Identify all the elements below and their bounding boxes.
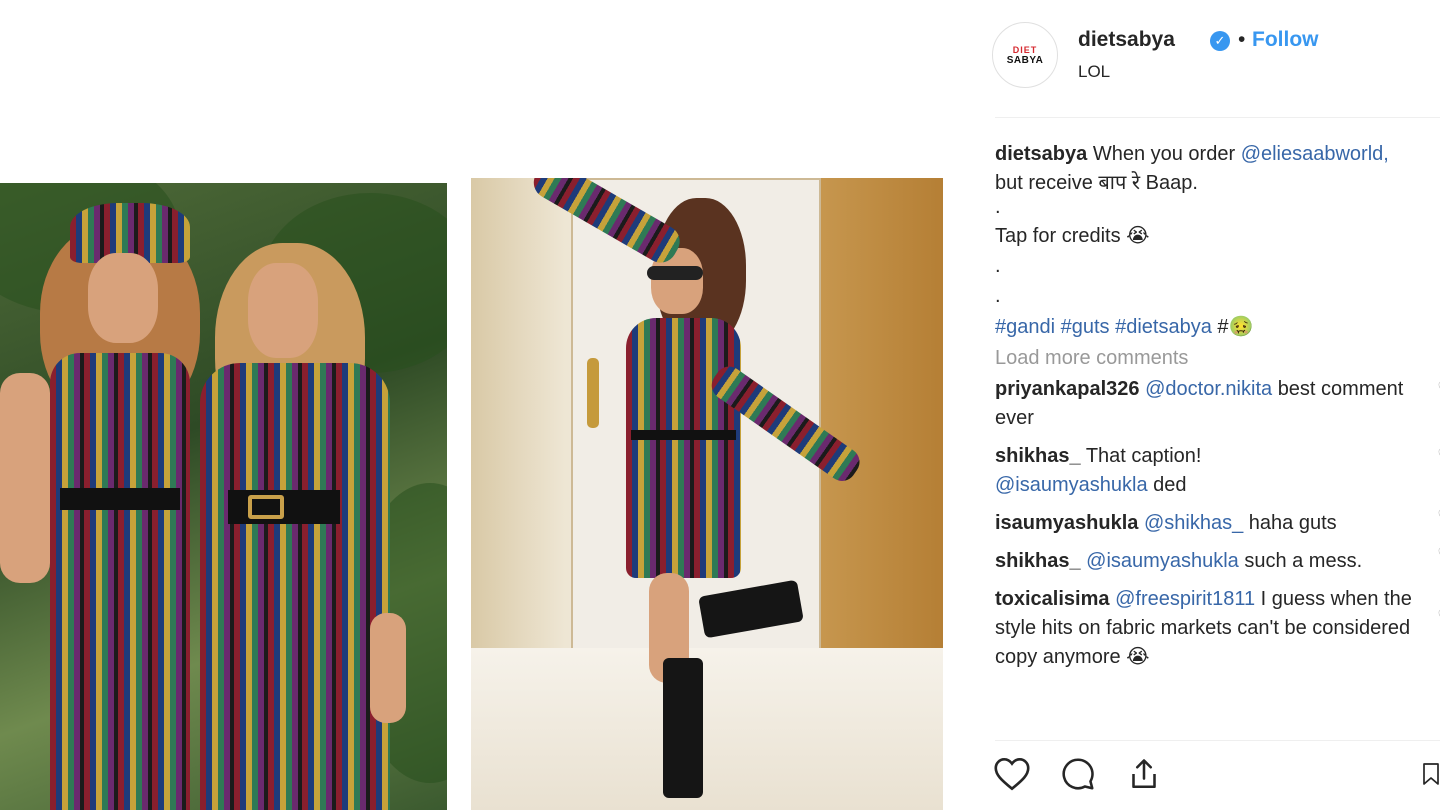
comment: priyankapal326 @doctor.nikita best comme… (995, 375, 1440, 433)
caption-credits: Tap for credits 😭 (995, 225, 1150, 247)
heart-icon[interactable] (991, 752, 1033, 796)
sequin-dress (200, 363, 390, 810)
caption-username[interactable]: dietsabya (995, 143, 1087, 165)
post-header: DIET SABYA dietsabya ✓ • Follow LOL (992, 22, 1432, 92)
floor (471, 648, 943, 810)
share-icon[interactable] (1123, 752, 1165, 796)
comment-text: That caption! (1085, 445, 1202, 467)
avatar-logo: DIET SABYA (1006, 44, 1044, 66)
sequin-dress (50, 353, 190, 810)
follow-button[interactable]: Follow (1252, 28, 1319, 52)
caption-dot: . (995, 196, 1001, 218)
comments-section: dietsabya When you order @eliesaabworld,… (995, 140, 1440, 672)
boot (663, 658, 703, 798)
post-location[interactable]: LOL (1078, 62, 1110, 82)
comment-username[interactable]: shikhas_ (995, 550, 1081, 572)
avatar[interactable]: DIET SABYA (992, 22, 1058, 88)
post-action-bar (994, 752, 1440, 802)
comment-text: haha guts (1248, 512, 1337, 534)
caption: dietsabya When you order @eliesaabworld,… (995, 140, 1440, 342)
comment-text: such a mess. (1244, 550, 1363, 572)
comment: shikhas_ @isaumyashukla such a mess. ♡ (995, 545, 1440, 576)
load-more-comments[interactable]: Load more comments (995, 344, 1440, 373)
comment-username[interactable]: shikhas_ (995, 445, 1081, 467)
comment: toxicalisima @freespirit1811 I guess whe… (995, 585, 1440, 672)
comment: shikhas_ That caption! @isaumyashukla de… (995, 442, 1440, 500)
comment: isaumyashukla @shikhas_ haha guts ♡ (995, 507, 1440, 538)
post-author-username[interactable]: dietsabya (1078, 28, 1175, 52)
belt-buckle (248, 495, 284, 519)
belt (228, 490, 340, 524)
caption-dot: . (995, 255, 1001, 277)
header-divider (995, 117, 1440, 118)
belt (631, 430, 736, 440)
caption-dot: . (995, 285, 1001, 307)
verified-badge-icon: ✓ (1210, 31, 1230, 51)
post-photo-left[interactable] (0, 183, 447, 810)
model-face (88, 253, 158, 343)
caption-mention[interactable]: @eliesaabworld, (1241, 143, 1389, 165)
header-separator: • (1238, 28, 1246, 51)
model-arm (0, 373, 50, 583)
belt (60, 488, 180, 510)
sunglasses (647, 266, 703, 280)
comment-mention[interactable]: @shikhas_ (1144, 512, 1243, 534)
comment-username[interactable]: isaumyashukla (995, 512, 1138, 534)
caption-text-line-2: but receive बाप रे Baap. (995, 172, 1198, 194)
model-hand (370, 613, 406, 723)
caption-text: When you order (1092, 143, 1236, 165)
bookmark-icon[interactable] (1421, 752, 1440, 796)
caption-hashtag-end[interactable]: #🤢 (1217, 316, 1253, 338)
comment-username[interactable]: toxicalisima (995, 588, 1110, 610)
model-face (248, 263, 318, 358)
comment-mention[interactable]: @doctor.nikita (1145, 378, 1272, 400)
caption-hashtags[interactable]: #gandi #guts #dietsabya (995, 316, 1212, 338)
door-handle (587, 358, 599, 428)
comment-mention[interactable]: @freespirit1811 (1115, 588, 1255, 610)
sequin-blazer-dress (626, 318, 741, 578)
comment-username[interactable]: priyankapal326 (995, 378, 1140, 400)
comment-mention[interactable]: @isaumyashukla (1086, 550, 1239, 572)
comment-text: ded (1153, 474, 1187, 496)
comment-icon[interactable] (1057, 752, 1099, 796)
post-photo-right[interactable] (471, 178, 943, 810)
caption-hashtags-line: #gandi #guts #dietsabya #🤢 (995, 313, 1440, 342)
actions-divider (995, 740, 1440, 741)
comment-mention[interactable]: @isaumyashukla (995, 474, 1148, 496)
